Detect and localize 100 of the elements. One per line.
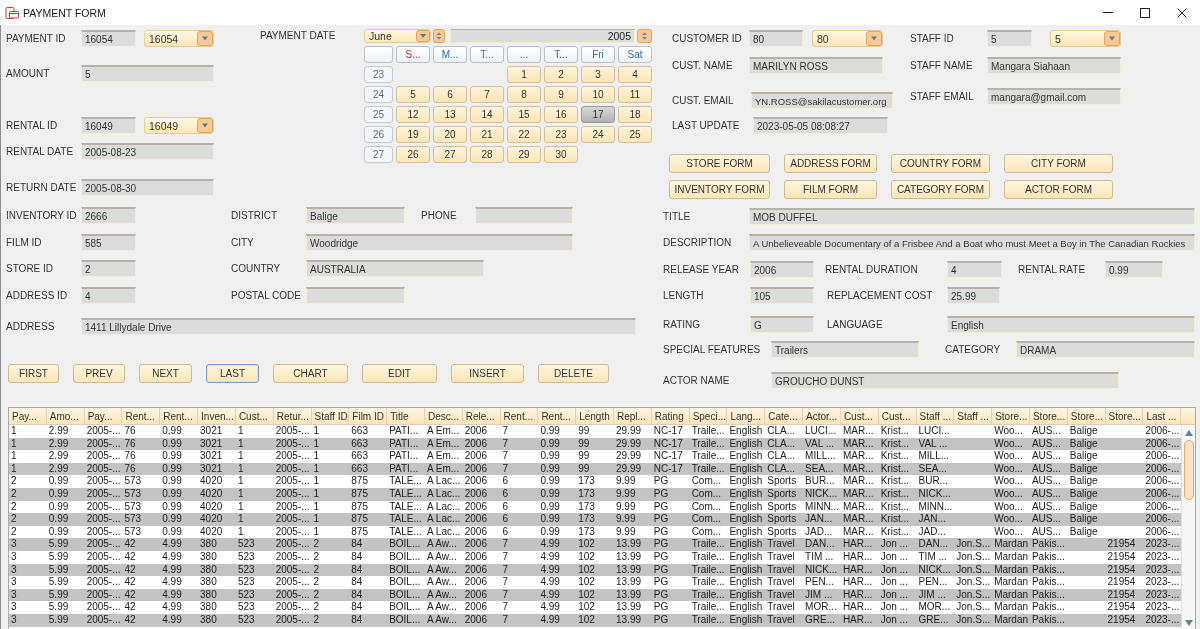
inventory-form-button[interactable]: INVENTORY FORM [669,180,770,199]
text-field[interactable] [475,207,573,224]
column-header[interactable]: Staff ... [954,408,993,424]
text-field[interactable]: 2005-08-30 [81,179,214,196]
text-field[interactable]: Trailers [771,341,919,358]
text-field[interactable]: YN.ROSS@sakilacustomer.org [751,92,893,109]
calendar-day[interactable]: 18 [618,106,652,123]
text-field[interactable]: 2 [81,260,136,277]
column-header[interactable]: Cust... [235,408,274,424]
calendar-day[interactable]: 4 [618,66,652,83]
calendar-day[interactable]: 22 [507,126,541,143]
store-form-button[interactable]: STORE FORM [669,154,770,173]
column-header[interactable]: Cust... [840,408,879,424]
column-header[interactable]: Desc... [424,408,463,424]
film-form-button[interactable]: FILM FORM [784,180,877,199]
text-field[interactable]: 585 [81,234,136,251]
scroll-thumb[interactable] [1183,440,1194,500]
text-field[interactable]: 2005-08-23 [81,143,214,160]
calendar-day[interactable]: 23 [544,126,578,143]
text-field[interactable]: 0.99 [1105,261,1163,278]
column-header[interactable]: Pay... [9,408,47,424]
year-field[interactable]: 2005 [450,29,635,43]
text-field[interactable]: 4 [947,261,1002,278]
calendar-day[interactable]: 15 [507,106,541,123]
column-header[interactable]: Film ID [349,408,388,424]
text-field[interactable]: 16054 [81,30,136,47]
country-form-button[interactable]: COUNTRY FORM [891,154,990,173]
next-button[interactable]: NEXT [139,364,192,383]
calendar-day[interactable]: 27 [433,146,467,163]
calendar-day[interactable]: 17 [581,106,615,123]
text-field[interactable]: MARILYN ROSS [749,57,883,74]
calendar-day[interactable]: 21 [470,126,504,143]
calendar-day[interactable]: 14 [470,106,504,123]
edit-button[interactable]: EDIT [362,364,437,383]
calendar-day[interactable]: 20 [433,126,467,143]
calendar-day[interactable]: 7 [470,86,504,103]
column-header[interactable]: Retur... [273,408,312,424]
spinner-icon[interactable] [433,29,445,43]
first-button[interactable]: FIRST [8,364,59,383]
text-field[interactable]: 4 [81,287,136,304]
text-field[interactable]: 2006 [750,261,814,278]
column-header[interactable]: Store... [1029,408,1068,424]
dropdown[interactable]: 5 [1050,30,1121,47]
month-dropdown[interactable]: June [364,29,431,43]
column-header[interactable]: Rent... [122,408,161,424]
text-field[interactable]: MOB DUFFEL [749,208,1195,225]
text-field[interactable]: G [750,316,814,333]
calendar-day[interactable]: 16 [544,106,578,123]
calendar-day[interactable]: 13 [433,106,467,123]
last-button[interactable]: LAST [206,364,259,383]
text-field[interactable]: English [947,316,1195,333]
dropdown[interactable]: 16049 [144,117,214,134]
text-field[interactable]: Mangara Siahaan [987,57,1121,74]
column-header[interactable]: Store... [1105,408,1144,424]
chart-button[interactable]: CHART [273,364,348,383]
column-header[interactable]: Inven... [198,408,236,424]
text-field[interactable]: 105 [750,287,814,304]
calendar-day[interactable]: 8 [507,86,541,103]
dropdown[interactable]: 16054 [144,30,214,47]
calendar-day[interactable]: 10 [581,86,615,103]
text-field[interactable]: A Unbelieveable Documentary of a Frisbee And a Boat who must Meet a Boy in The Canadian Rockies [749,234,1195,251]
text-field[interactable]: AUSTRALIA [306,260,484,277]
column-header[interactable]: Cate... [765,408,804,424]
calendar-day[interactable]: 9 [544,86,578,103]
calendar-day[interactable]: 12 [396,106,430,123]
column-header[interactable]: Last ... [1143,408,1182,424]
calendar-day[interactable]: 2 [544,66,578,83]
calendar-day[interactable]: 6 [433,86,467,103]
calendar-day[interactable]: 29 [507,146,541,163]
down-arrow-icon[interactable] [1184,620,1193,626]
text-field[interactable]: 1411 Lillydale Drive [81,318,636,335]
column-header[interactable]: Cust... [878,408,917,424]
text-field[interactable]: 16049 [81,117,136,134]
calendar-day[interactable]: 26 [396,146,430,163]
category-form-button[interactable]: CATEGORY FORM [891,180,990,199]
column-header[interactable]: Rele... [462,408,501,424]
text-field[interactable]: 80 [749,30,803,47]
column-header[interactable]: Rent... [160,408,199,424]
column-header[interactable]: Staff ... [916,408,955,424]
text-field[interactable]: mangara@gmail.com [987,88,1121,105]
address-form-button[interactable]: ADDRESS FORM [784,154,877,173]
column-header[interactable]: Rent... [500,408,539,424]
text-field[interactable] [306,287,405,304]
column-header[interactable]: Pay... [84,408,123,424]
column-header[interactable]: Staff ID [311,408,350,424]
calendar-day[interactable]: 19 [396,126,430,143]
calendar-day[interactable]: 3 [581,66,615,83]
column-header[interactable]: Speci... [689,408,728,424]
text-field[interactable]: 2023-05-05 08:08:27 [753,117,888,134]
column-header[interactable]: Lang... [727,408,766,424]
text-field[interactable]: 2666 [81,207,136,224]
calendar-day[interactable]: 11 [618,86,652,103]
calendar-day[interactable]: 5 [396,86,430,103]
column-header[interactable]: Store... [1067,408,1106,424]
calendar-day[interactable]: 28 [470,146,504,163]
calendar-day[interactable]: 1 [507,66,541,83]
city-form-button[interactable]: CITY FORM [1004,154,1113,173]
calendar-day[interactable]: 30 [544,146,578,163]
insert-button[interactable]: INSERT [451,364,524,383]
text-field[interactable]: GROUCHO DUNST [771,372,1119,389]
